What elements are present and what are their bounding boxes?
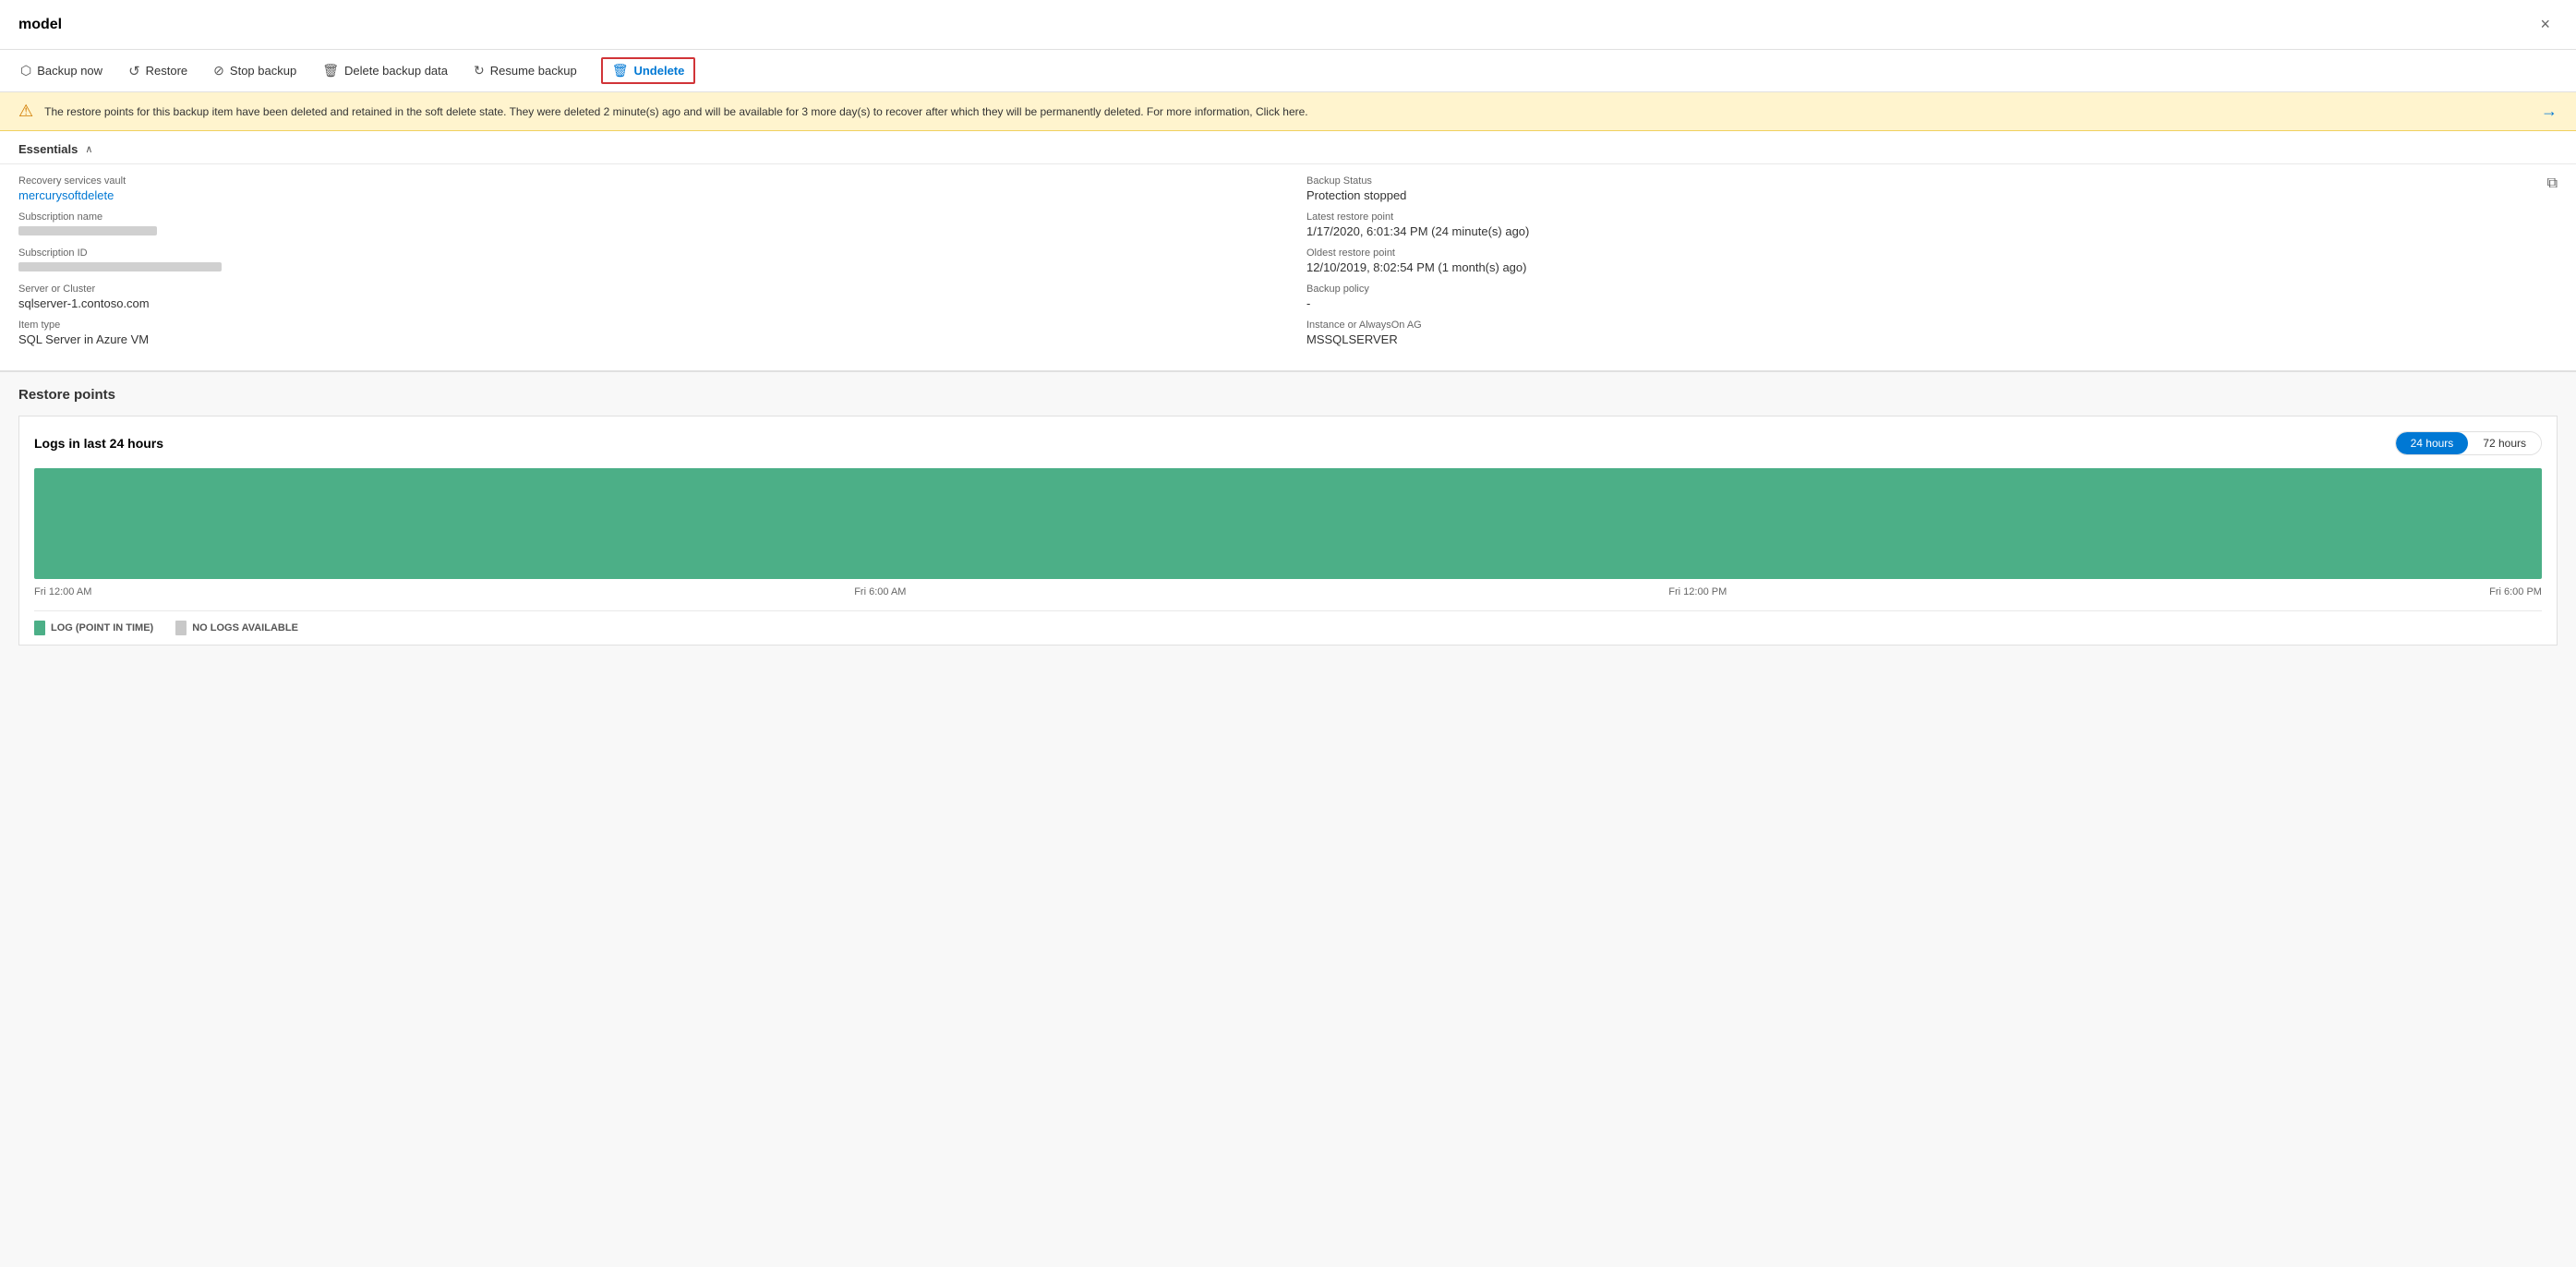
field-item-type-label: Item type <box>18 320 1270 331</box>
chart-legend: LOG (POINT IN TIME) NO LOGS AVAILABLE <box>34 610 2542 635</box>
field-latest-restore-value: 1/17/2020, 6:01:34 PM (24 minute(s) ago) <box>1306 224 2558 238</box>
toolbar-stop-backup[interactable]: ⊘ Stop backup <box>211 59 298 82</box>
warning-arrow[interactable]: → <box>2541 102 2558 121</box>
toolbar-stop-backup-label: Stop backup <box>230 64 296 78</box>
time-btn-24h[interactable]: 24 hours <box>2396 432 2469 454</box>
field-oldest-restore: Oldest restore point 12/10/2019, 8:02:54… <box>1306 247 2558 274</box>
delete-backup-icon: 🗑 <box>322 63 339 78</box>
field-recovery-vault-value[interactable]: mercurysoftdelete <box>18 188 114 202</box>
chart-bar-green <box>34 468 2542 579</box>
essentials-chevron-icon: ∧ <box>85 143 92 155</box>
legend-item-log: LOG (POINT IN TIME) <box>34 621 153 635</box>
essentials-label: Essentials <box>18 142 78 156</box>
warning-icon: ⚠ <box>18 102 33 121</box>
field-latest-restore: Latest restore point 1/17/2020, 6:01:34 … <box>1306 211 2558 238</box>
chart-container: Logs in last 24 hours 24 hours 72 hours … <box>18 416 2558 646</box>
field-backup-status: Backup Status Protection stopped <box>1306 175 2558 202</box>
toolbar-undelete-label: Undelete <box>633 64 684 78</box>
restore-icon: ↺ <box>128 63 140 79</box>
chart-title: Logs in last 24 hours <box>34 436 163 451</box>
field-server-cluster-value: sqlserver-1.contoso.com <box>18 296 1270 310</box>
window-title: model <box>18 17 62 33</box>
resume-backup-icon: ↻ <box>474 63 485 78</box>
legend-color-gray <box>175 621 187 635</box>
restore-points-title: Restore points <box>18 387 2558 403</box>
main-window: model × ⬡ Backup now ↺ Restore ⊘ Stop ba… <box>0 0 2576 1267</box>
field-backup-policy-value: - <box>1306 296 2558 310</box>
field-recovery-vault-label: Recovery services vault <box>18 175 1270 187</box>
essentials-header[interactable]: Essentials ∧ <box>0 131 2576 164</box>
field-backup-policy-label: Backup policy <box>1306 284 2558 295</box>
field-oldest-restore-value: 12/10/2019, 8:02:54 PM (1 month(s) ago) <box>1306 260 2558 274</box>
close-button[interactable]: × <box>2533 11 2558 38</box>
legend-label-log: LOG (POINT IN TIME) <box>51 622 153 634</box>
title-bar: model × <box>0 0 2576 50</box>
essentials-wrapper: Recovery services vault mercurysoftdelet… <box>0 164 2576 372</box>
toolbar-backup-now[interactable]: ⬡ Backup now <box>18 59 104 82</box>
axis-label-0: Fri 12:00 AM <box>34 586 91 597</box>
toolbar-delete-backup-data[interactable]: 🗑 Delete backup data <box>320 59 450 82</box>
toolbar: ⬡ Backup now ↺ Restore ⊘ Stop backup 🗑 D… <box>0 50 2576 92</box>
legend-label-no-logs: NO LOGS AVAILABLE <box>192 622 298 634</box>
chart-header: Logs in last 24 hours 24 hours 72 hours <box>34 431 2542 455</box>
field-instance-ag-label: Instance or AlwaysOn AG <box>1306 320 2558 331</box>
field-backup-status-value: Protection stopped <box>1306 188 2558 202</box>
axis-label-3: Fri 6:00 PM <box>2489 586 2542 597</box>
field-backup-status-label: Backup Status <box>1306 175 2558 187</box>
undelete-icon: 🗑 <box>612 63 629 78</box>
chart-area <box>34 468 2542 579</box>
toolbar-restore-label: Restore <box>146 64 188 78</box>
field-oldest-restore-label: Oldest restore point <box>1306 247 2558 259</box>
field-instance-ag-value: MSSQLSERVER <box>1306 332 2558 346</box>
backup-now-icon: ⬡ <box>20 63 31 78</box>
restore-points-section: Restore points Logs in last 24 hours 24 … <box>0 372 2576 1267</box>
warning-text: The restore points for this backup item … <box>44 105 2530 118</box>
toolbar-restore[interactable]: ↺ Restore <box>126 59 189 83</box>
chart-axis: Fri 12:00 AM Fri 6:00 AM Fri 12:00 PM Fr… <box>34 583 2542 601</box>
field-instance-ag: Instance or AlwaysOn AG MSSQLSERVER <box>1306 320 2558 346</box>
axis-label-1: Fri 6:00 AM <box>854 586 906 597</box>
essentials-content: Recovery services vault mercurysoftdelet… <box>0 164 2576 372</box>
field-subscription-name-value <box>18 226 157 235</box>
essentials-left-col: Recovery services vault mercurysoftdelet… <box>18 175 1270 356</box>
field-item-type-value: SQL Server in Azure VM <box>18 332 1270 346</box>
field-subscription-name: Subscription name <box>18 211 1270 238</box>
copy-icon[interactable]: ⧉ <box>2547 175 2558 192</box>
legend-item-no-logs: NO LOGS AVAILABLE <box>175 621 298 635</box>
field-backup-policy: Backup policy - <box>1306 284 2558 310</box>
field-server-cluster-label: Server or Cluster <box>18 284 1270 295</box>
essentials-right-col: Backup Status Protection stopped Latest … <box>1306 175 2558 356</box>
time-btn-72h[interactable]: 72 hours <box>2468 432 2541 454</box>
field-subscription-id-value <box>18 262 222 272</box>
toolbar-backup-now-label: Backup now <box>37 64 102 78</box>
field-subscription-id-label: Subscription ID <box>18 247 1270 259</box>
warning-banner: ⚠ The restore points for this backup ite… <box>0 92 2576 131</box>
field-server-cluster: Server or Cluster sqlserver-1.contoso.co… <box>18 284 1270 310</box>
field-subscription-id: Subscription ID <box>18 247 1270 274</box>
field-latest-restore-label: Latest restore point <box>1306 211 2558 223</box>
legend-color-green <box>34 621 45 635</box>
toolbar-delete-backup-label: Delete backup data <box>344 64 448 78</box>
stop-backup-icon: ⊘ <box>213 63 224 78</box>
axis-label-2: Fri 12:00 PM <box>1668 586 1727 597</box>
toolbar-undelete[interactable]: 🗑 Undelete <box>601 57 696 84</box>
field-item-type: Item type SQL Server in Azure VM <box>18 320 1270 346</box>
toolbar-resume-backup-label: Resume backup <box>490 64 577 78</box>
time-toggle: 24 hours 72 hours <box>2395 431 2542 455</box>
toolbar-resume-backup[interactable]: ↻ Resume backup <box>472 59 579 82</box>
field-subscription-name-label: Subscription name <box>18 211 1270 223</box>
field-recovery-vault: Recovery services vault mercurysoftdelet… <box>18 175 1270 202</box>
